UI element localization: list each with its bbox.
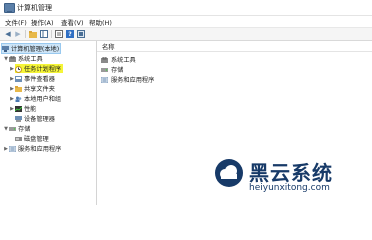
tree-item-event-viewer[interactable]: ▶ 事件查看器 (9, 74, 55, 83)
column-header-label: 名称 (102, 44, 115, 51)
tree-label-services-apps: 服务和应用程序 (18, 146, 62, 153)
tree-label-local-users: 本地用户和组 (24, 96, 62, 103)
menu-view[interactable]: 查看(V) (61, 17, 84, 27)
tree-label-disk-management: 磁盘管理 (24, 136, 49, 143)
tree-label-shared-folders: 共享文件夹 (24, 86, 55, 93)
menu-file[interactable]: 文件(F) (5, 17, 27, 27)
event-viewer-icon (15, 75, 22, 82)
tree-item-shared-folders[interactable]: ▶ 共享文件夹 (9, 84, 55, 93)
storage-icon (9, 126, 16, 132)
services-icon (8, 145, 17, 152)
tree-item-task-scheduler[interactable]: ▶ 任务计划程序 (9, 64, 64, 73)
watermark-url: heiyunxitong.com (249, 183, 330, 193)
help-icon[interactable]: ? (66, 30, 74, 38)
tree-item-performance[interactable]: ▶ 性能 (9, 104, 36, 113)
storage-icon (101, 67, 108, 73)
back-icon[interactable]: ◀ (4, 30, 12, 38)
toolbar-separator (51, 30, 52, 38)
toolbox-icon (9, 55, 16, 62)
toolbar: ◀ ▶ ? (0, 28, 372, 41)
window-title: 计算机管理 (17, 4, 52, 12)
tree-item-root[interactable]: 计算机管理(本地) (1, 43, 61, 54)
menu-bar: 文件(F) 操作(A) 查看(V) 帮助(H) (0, 16, 372, 28)
tree-label-task-scheduler: 任务计划程序 (24, 66, 62, 73)
list-item[interactable]: 存储 (101, 65, 123, 74)
watermark: 黑云系统 heiyunxitong.com (214, 158, 372, 205)
console-icon[interactable] (77, 30, 85, 38)
tree-item-services-apps[interactable]: ▶ 服务和应用程序 (3, 144, 61, 153)
computer-management-icon (4, 3, 15, 13)
tree-label-root: 计算机管理(本地) (11, 46, 60, 53)
users-icon (15, 96, 22, 102)
tree-item-local-users[interactable]: ▶ 本地用户和组 (9, 94, 62, 104)
up-folder-icon[interactable] (29, 30, 37, 38)
disk-icon (15, 136, 22, 142)
shared-folder-icon (15, 85, 22, 92)
tree-label-event-viewer: 事件查看器 (24, 76, 55, 83)
tree-item-storage[interactable]: ▼ 存储 (3, 124, 31, 134)
toolbar-separator (25, 30, 26, 38)
list-item[interactable]: 服务和应用程序 (100, 75, 155, 84)
computer-icon (2, 45, 9, 52)
tree-item-disk-management[interactable]: 磁盘管理 (15, 134, 49, 143)
cloud-logo-icon (215, 159, 243, 187)
services-icon (100, 76, 109, 83)
list-item-label: 系统工具 (111, 57, 136, 64)
list-item[interactable]: 系统工具 (101, 55, 136, 64)
forward-icon[interactable]: ▶ (14, 30, 22, 38)
tree-label-device-manager: 设备管理器 (24, 116, 55, 123)
title-bar: 计算机管理 (0, 0, 372, 16)
tree-item-system-tools[interactable]: ▼ 系统工具 (3, 54, 43, 63)
list-item-label: 存储 (111, 67, 124, 74)
tree-label-system-tools: 系统工具 (18, 56, 43, 63)
list-item-label: 服务和应用程序 (111, 77, 155, 84)
menu-help[interactable]: 帮助(H) (89, 17, 112, 27)
properties-icon[interactable] (55, 30, 63, 38)
show-tree-icon[interactable] (40, 30, 48, 38)
clock-icon (15, 65, 22, 73)
tree-label-storage: 存储 (18, 126, 31, 133)
menu-action[interactable]: 操作(A) (31, 17, 54, 27)
watermark-brand: 黑云系统 (249, 161, 333, 185)
column-header-name[interactable]: 名称 (97, 41, 372, 52)
tree-label-performance: 性能 (24, 106, 37, 113)
toolbox-icon (101, 56, 108, 63)
navigation-tree: 计算机管理(本地) ▼ 系统工具 ▶ 任务计划程序 ▶ 事件查看器 ▶ 共享文件… (0, 41, 97, 205)
performance-icon (14, 105, 23, 112)
device-manager-icon (15, 115, 22, 122)
tree-item-device-manager[interactable]: 设备管理器 (15, 114, 55, 123)
